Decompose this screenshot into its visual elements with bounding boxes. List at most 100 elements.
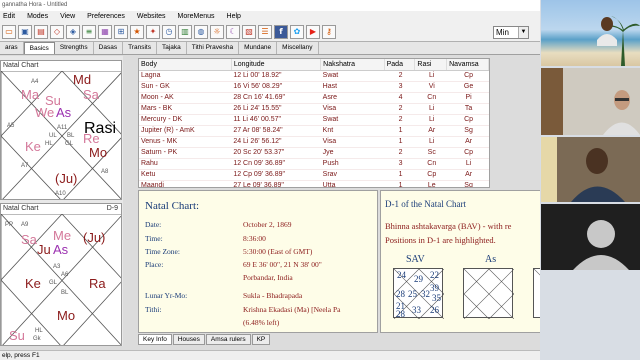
menu-preferences[interactable]: Preferences	[87, 11, 125, 23]
tab-dasas[interactable]: Dasas	[94, 42, 124, 54]
planet-ju: Ju	[37, 242, 51, 257]
chart-caption: Natal Chart	[3, 205, 39, 212]
label-a4: A4	[31, 79, 39, 85]
table-cell: 11 Li 46' 00.57"	[231, 114, 321, 126]
table-cell: Ar	[446, 169, 489, 181]
clock-icon[interactable]: ◷	[162, 25, 176, 39]
table-cell: Li	[414, 136, 447, 148]
panchang-icon[interactable]: ☰	[258, 25, 272, 39]
calc-icon[interactable]: ▦	[98, 25, 112, 39]
chart-icon[interactable]: ◇	[50, 25, 64, 39]
books-icon[interactable]: ▥	[178, 25, 192, 39]
tab-transits[interactable]: Transits	[123, 42, 157, 54]
ashtakavarga-panel: D-1 of the Natal Chart Bhinna ashtakavar…	[380, 190, 540, 333]
save-icon[interactable]: ▣	[18, 25, 32, 39]
key-icon[interactable]: ⚷	[322, 25, 336, 39]
compass-icon[interactable]: ✦	[146, 25, 160, 39]
table-cell: Ge	[446, 81, 489, 93]
next-chart[interactable]	[533, 268, 540, 318]
table-row[interactable]: Maandi 27 Le 09' 36.89" Utta 1 Le Sg	[139, 180, 489, 187]
tab-yogas[interactable]: aras	[0, 42, 24, 54]
table-cell: Ar	[414, 125, 447, 137]
label-a11: A11	[57, 125, 68, 131]
label-gk: Gk	[33, 336, 42, 342]
tab-miscellany[interactable]: Miscellany	[277, 42, 319, 54]
table-row[interactable]: Rahu 12 Cn 09' 36.89" Push 3 Cn Li	[139, 158, 489, 170]
folder-icon[interactable]: ▭	[2, 25, 16, 39]
table-cell: Le	[414, 180, 447, 187]
table-cell: 4	[384, 92, 415, 104]
table-cell: 1	[384, 136, 415, 148]
table-row[interactable]: Mars - BK 26 Li 24' 15.55" Visa 2 Li Ta	[139, 103, 489, 115]
dasa-icon[interactable]: ≡	[82, 25, 96, 39]
table-cell: Visa	[320, 136, 385, 148]
tab-houses[interactable]: Houses	[172, 334, 205, 345]
tab-mundane[interactable]: Mundane	[239, 42, 278, 54]
table-row[interactable]: Jupiter (R) - AmK 27 Ar 08' 58.24" Knt 1 Ar S…	[139, 125, 489, 137]
table-row[interactable]: Ketu 12 Cp 09' 36.89" Srav 1 Cp Ar	[139, 169, 489, 181]
menu-view[interactable]: View	[60, 11, 75, 23]
star-icon[interactable]: ★	[130, 25, 144, 39]
tab-tajaka[interactable]: Tajaka	[157, 42, 187, 54]
table-cell: Lagna	[139, 70, 232, 82]
birth-date: October 2, 1869	[243, 220, 292, 229]
twitter-icon[interactable]: ✿	[290, 25, 304, 39]
tab-key-info[interactable]: Key Info	[138, 334, 172, 345]
tab-tithi-pravesha[interactable]: Tithi Pravesha	[187, 42, 240, 54]
tab-basics[interactable]: Basics	[23, 42, 55, 54]
sun-icon[interactable]: ☼	[210, 25, 224, 39]
col-navamsa[interactable]: Navamsa	[446, 59, 489, 71]
status-bar: elp, press F1	[0, 350, 540, 360]
table-row[interactable]: Moon - AK 28 Cn 16' 41.69" Asre 4 Cn Pi	[139, 92, 489, 104]
menu-edit[interactable]: Edit	[3, 11, 15, 23]
globe-icon[interactable]: ◍	[194, 25, 208, 39]
table-cell: Utta	[320, 180, 385, 187]
table-cell: Sun - GK	[139, 81, 232, 93]
table-row[interactable]: Saturn - PK 20 Sc 20' 53.37" Jye 2 Sc Cp	[139, 147, 489, 159]
col-body[interactable]: Body	[139, 59, 232, 71]
sav-h12: 24	[397, 270, 407, 280]
grid-icon[interactable]: ⊞	[114, 25, 128, 39]
chart-caption: Natal Chart	[3, 62, 39, 69]
label-a9: A9	[21, 222, 29, 228]
table-row[interactable]: Mercury - DK 11 Li 46' 00.57" Swat 2 Li Cp	[139, 114, 489, 126]
table-cell: 27 Ar 08' 58.24"	[231, 125, 321, 137]
planet-ke: Ke	[25, 139, 41, 154]
video-tile-3	[541, 137, 640, 202]
tab-kp[interactable]: KP	[251, 334, 271, 345]
tab-amsa-rulers[interactable]: Amsa rulers	[205, 334, 251, 345]
menu-moremenus[interactable]: MoreMenus	[178, 11, 215, 23]
video-tile-empty	[541, 272, 640, 360]
time-unit-value: Min	[496, 28, 509, 37]
menu-modes[interactable]: Modes	[27, 11, 48, 23]
tab-strengths[interactable]: Strengths	[55, 42, 94, 54]
table-row[interactable]: Venus - MK 24 Li 26' 56.12" Visa 1 Li Ar	[139, 136, 489, 148]
facebook-icon[interactable]: f	[274, 25, 288, 39]
navamsa-chart[interactable]: Natal Chart D-9 Sa Me As Ju Ke Ra (Ju) M…	[0, 203, 122, 346]
table-icon[interactable]: ▧	[242, 25, 256, 39]
planet-table-panel[interactable]: Body Longitude Nakshatra Pada Rasi Navam…	[138, 58, 490, 188]
sav-label: SAV	[406, 254, 425, 265]
menu-help[interactable]: Help	[227, 11, 241, 23]
menu-bar: Edit Modes View Preferences Websites Mor…	[0, 11, 540, 23]
col-nakshatra[interactable]: Nakshatra	[320, 59, 385, 71]
moon-icon[interactable]: ☾	[226, 25, 240, 39]
time-unit-select[interactable]: Min ▼	[493, 26, 529, 39]
divisional-icon[interactable]: ◈	[66, 25, 80, 39]
navamsa-chart-diagram: Sa Me As Ju Ke Ra (Ju) Mo Su PP A9 A3 A6…	[1, 214, 121, 345]
col-rasi[interactable]: Rasi	[414, 59, 448, 71]
youtube-icon[interactable]: ▶	[306, 25, 320, 39]
col-pada[interactable]: Pada	[384, 59, 416, 71]
table-cell: 2	[384, 147, 415, 159]
col-longitude[interactable]: Longitude	[231, 59, 322, 71]
table-cell: 3	[384, 158, 415, 170]
table-row[interactable]: Lagna 12 Li 00' 18.92" Swat 2 Li Cp	[139, 70, 489, 82]
sav-chart[interactable]: 24 29 22 39 28 25 32 35 21 33 26 28	[393, 268, 444, 319]
sav-h10: 28	[396, 289, 406, 299]
menu-websites[interactable]: Websites	[137, 11, 166, 23]
planet-ke: Ke	[25, 276, 41, 291]
print-icon[interactable]: ▤	[34, 25, 48, 39]
sav-h9: 25	[408, 289, 418, 299]
as-chart[interactable]	[463, 268, 514, 319]
table-row[interactable]: Sun - GK 16 Vi 56' 08.29" Hast 3 Vi Ge	[139, 81, 489, 93]
